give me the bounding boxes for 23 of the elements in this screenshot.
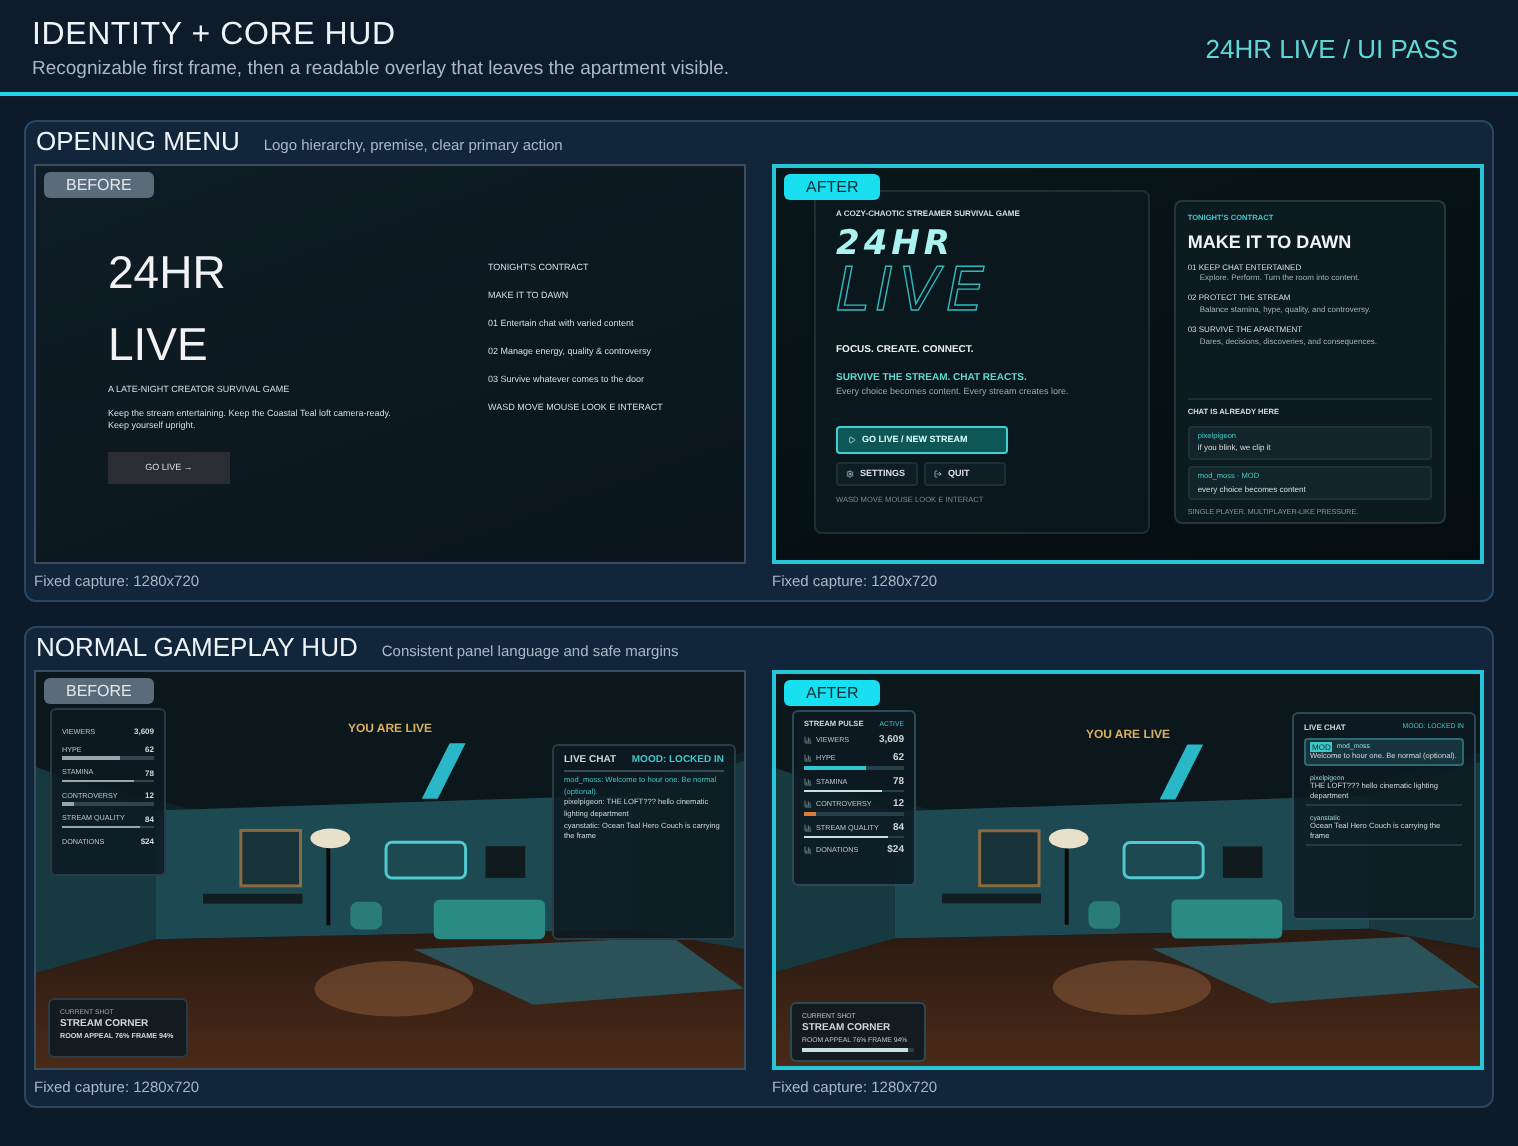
comparison-tag: BEFORE [44,172,154,198]
comparison-tag: BEFORE [44,678,154,704]
settings-icon [846,469,854,478]
comparison-tag: AFTER [784,174,881,200]
play-icon [848,435,856,444]
page-subtitle: Recognizable first frame, then a readable overlay that leaves the apartment visible. [32,58,730,80]
stat-icon [804,823,812,831]
exit-icon [934,469,942,478]
card-title: MAKE IT TO DAWN [1187,229,1354,255]
stat-icon [804,800,812,808]
page-title: IDENTITY + CORE HUD [32,18,398,54]
section-title: OPENING MENU [36,126,240,156]
project-label: 24HR LIVE / UI PASS [1205,34,1458,64]
logo-text: 24HR [108,244,228,302]
logo-text: LIVE [836,261,993,322]
logo-text: LIVE [108,315,210,374]
section-title: NORMAL GAMEPLAY HUD [36,632,358,662]
stat-icon [804,754,812,762]
logo-text: 24HR [836,227,956,262]
stat-icon [804,846,812,854]
stat-icon [804,777,812,785]
comparison-tag: AFTER [784,680,881,706]
stat-icon [804,736,812,744]
